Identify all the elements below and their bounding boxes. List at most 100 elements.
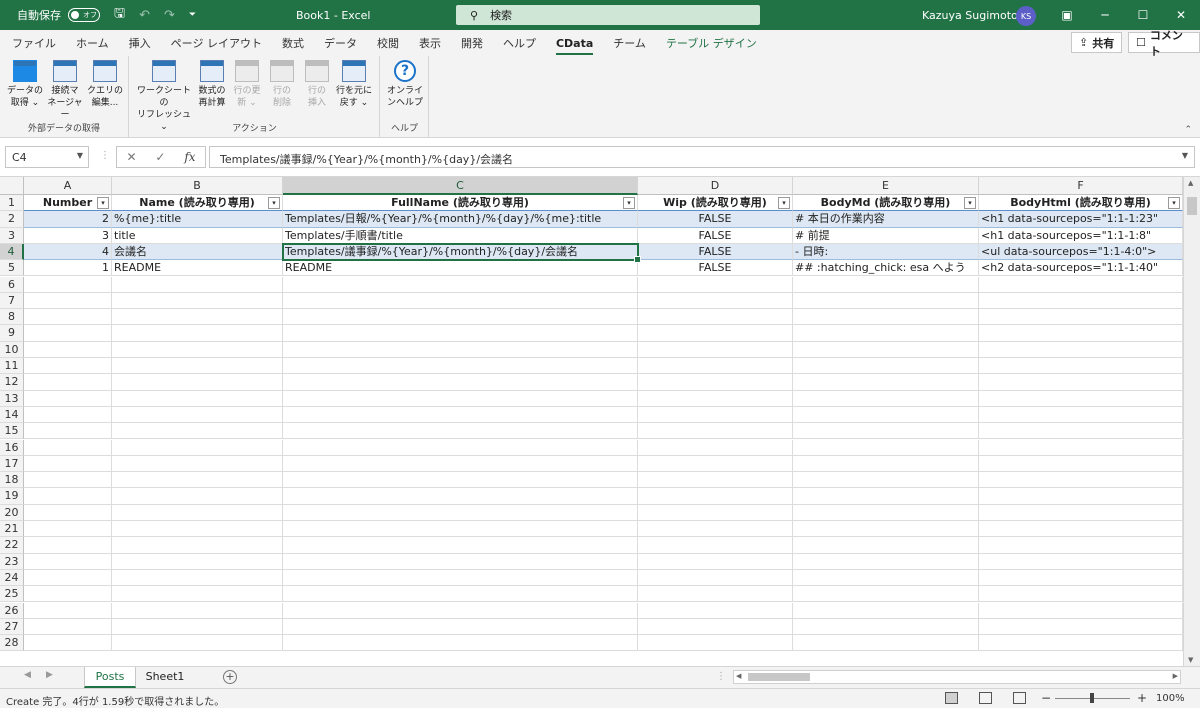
empty-cell[interactable] [24,488,112,505]
enter-icon[interactable]: ✓ [155,150,165,164]
empty-cell[interactable] [793,521,979,538]
empty-cell[interactable] [638,292,793,310]
empty-cell[interactable] [979,586,1183,603]
user-name[interactable]: Kazuya Sugimoto [922,9,1018,22]
table-cell[interactable]: 会議名 [112,243,283,261]
empty-cell[interactable] [979,374,1183,391]
connection-manager-button[interactable]: 接続マ ネージャー [45,60,85,121]
empty-cell[interactable] [638,309,793,326]
ribbon-display-options-icon[interactable]: ▣ [1048,0,1086,30]
tab-view[interactable]: 表示 [419,35,441,51]
empty-cell[interactable] [112,635,283,652]
autosave-toggle[interactable]: オフ [68,8,100,22]
filter-dropdown-icon[interactable]: ▾ [778,197,790,209]
empty-cell[interactable] [638,358,793,375]
empty-cell[interactable] [979,423,1183,440]
column-header-f[interactable]: F [979,177,1183,195]
table-cell[interactable]: title [112,227,283,244]
empty-cell[interactable] [793,406,979,424]
autosave[interactable]: 自動保存 オフ [17,7,100,23]
empty-cell[interactable] [283,390,638,407]
empty-cell[interactable] [112,488,283,505]
table-cell[interactable]: %{me}:title [112,211,283,228]
empty-cell[interactable] [793,472,979,489]
empty-cell[interactable] [979,358,1183,375]
row-header[interactable]: 13 [0,390,24,407]
empty-cell[interactable] [283,292,638,310]
tab-splitter[interactable]: ⋮ [716,671,726,682]
tab-page-layout[interactable]: ページ レイアウト [171,35,262,51]
h-scroll-thumb[interactable] [748,673,810,681]
empty-cell[interactable] [112,423,283,440]
empty-cell[interactable] [283,635,638,652]
header-cell[interactable]: Number ▾ [24,195,112,212]
empty-cell[interactable] [24,292,112,310]
table-cell[interactable]: Templates/日報/%{Year}/%{month}/%{day}/%{m… [283,211,638,228]
row-header[interactable]: 16 [0,439,24,456]
empty-cell[interactable] [793,341,979,358]
cancel-icon[interactable]: ✕ [126,150,136,164]
scroll-thumb[interactable] [1187,197,1197,215]
filter-dropdown-icon[interactable]: ▾ [97,197,109,209]
filter-dropdown-icon[interactable]: ▾ [964,197,976,209]
row-header[interactable]: 28 [0,635,24,652]
empty-cell[interactable] [979,602,1183,619]
empty-cell[interactable] [638,406,793,424]
table-cell[interactable]: 3 [24,227,112,244]
empty-cell[interactable] [112,553,283,570]
column-header-c[interactable]: C [283,177,638,195]
table-cell[interactable]: <h1 data-sourcepos="1:1-1:8" [979,227,1183,244]
empty-cell[interactable] [112,521,283,538]
empty-cell[interactable] [979,292,1183,310]
table-cell[interactable]: FALSE [638,211,793,228]
scroll-up-icon[interactable]: ▲ [1188,179,1193,187]
empty-cell[interactable] [112,292,283,310]
row-header[interactable]: 18 [0,472,24,489]
avatar[interactable]: KS [1016,6,1036,26]
row-header[interactable]: 11 [0,358,24,375]
empty-cell[interactable] [24,309,112,326]
table-cell[interactable]: FALSE [638,227,793,244]
row-header[interactable]: 8 [0,309,24,326]
row-header[interactable]: 21 [0,521,24,538]
empty-cell[interactable] [793,423,979,440]
empty-cell[interactable] [793,488,979,505]
empty-cell[interactable] [793,635,979,652]
table-cell[interactable]: README [112,260,283,277]
empty-cell[interactable] [638,390,793,407]
row-header[interactable]: 20 [0,504,24,521]
empty-cell[interactable] [638,455,793,473]
recalculate-button[interactable]: 数式の 再計算 [192,60,232,109]
table-cell[interactable]: - 日時: [793,243,979,261]
empty-cell[interactable] [112,455,283,473]
empty-cell[interactable] [283,618,638,636]
empty-cell[interactable] [24,423,112,440]
empty-cell[interactable] [283,537,638,554]
empty-cell[interactable] [283,341,638,358]
empty-cell[interactable] [979,455,1183,473]
empty-cell[interactable] [793,537,979,554]
empty-cell[interactable] [24,390,112,407]
empty-cell[interactable] [24,341,112,358]
empty-cell[interactable] [793,374,979,391]
empty-cell[interactable] [979,276,1183,293]
expand-formula-icon[interactable]: ▼ [1182,151,1188,160]
page-layout-view-icon[interactable] [979,692,992,704]
scroll-right-icon[interactable]: ▶ [1173,672,1178,680]
empty-cell[interactable] [283,586,638,603]
empty-cell[interactable] [793,618,979,636]
empty-cell[interactable] [24,455,112,473]
empty-cell[interactable] [112,325,283,342]
table-cell[interactable]: FALSE [638,243,793,261]
empty-cell[interactable] [793,325,979,342]
empty-cell[interactable] [283,569,638,587]
empty-cell[interactable] [979,488,1183,505]
row-header[interactable]: 3 [0,227,24,244]
empty-cell[interactable] [112,569,283,587]
empty-cell[interactable] [112,602,283,619]
empty-cell[interactable] [979,635,1183,652]
page-break-view-icon[interactable] [1013,692,1026,704]
row-header[interactable]: 24 [0,569,24,587]
empty-cell[interactable] [283,325,638,342]
empty-cell[interactable] [283,553,638,570]
